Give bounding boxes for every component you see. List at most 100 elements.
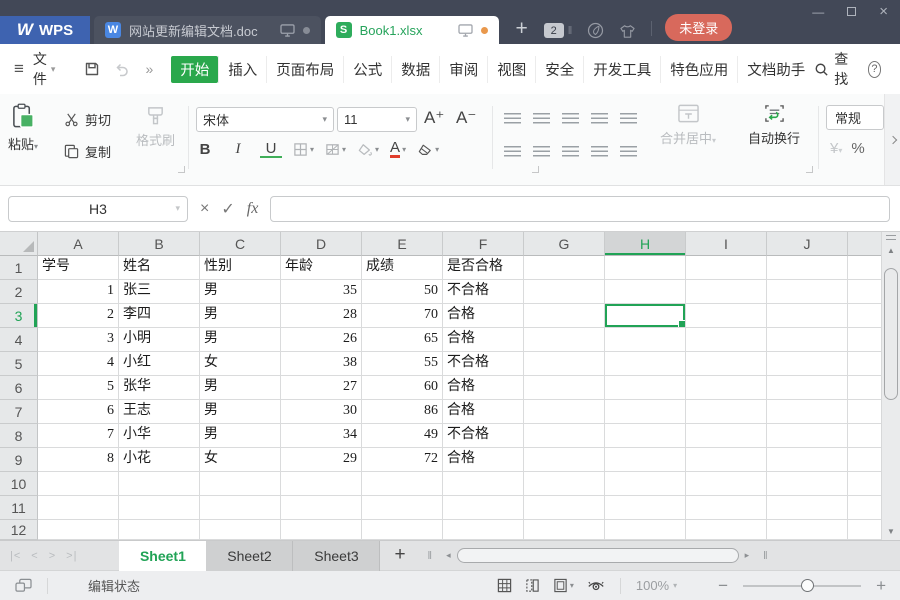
cell-J2[interactable] <box>767 280 848 304</box>
cell-I10[interactable] <box>686 472 767 496</box>
cell-A11[interactable] <box>38 496 119 520</box>
cell-partial[interactable] <box>848 448 881 472</box>
cell-H6[interactable] <box>605 376 686 400</box>
cell-C1[interactable]: 性别 <box>200 256 281 280</box>
cell-A9[interactable]: 8 <box>38 448 119 472</box>
cell-D6[interactable]: 27 <box>281 376 362 400</box>
confirm-entry-icon[interactable]: ✓ <box>221 199 234 219</box>
cell-G8[interactable] <box>524 424 605 448</box>
bold-button[interactable]: B <box>194 141 216 158</box>
cell-A12[interactable] <box>38 520 119 540</box>
menu-tab-数据[interactable]: 数据 <box>391 55 439 83</box>
cell-G9[interactable] <box>524 448 605 472</box>
cell-J11[interactable] <box>767 496 848 520</box>
menu-tab-开发工具[interactable]: 开发工具 <box>583 55 660 83</box>
group-expand-corner[interactable] <box>178 166 185 173</box>
cell-F7[interactable]: 合格 <box>443 400 524 424</box>
sheet-tab-Sheet3[interactable]: Sheet3 <box>293 540 381 571</box>
cell-B11[interactable] <box>119 496 200 520</box>
scroll-right-arrow[interactable]: ▸ <box>745 550 750 561</box>
cell-E9[interactable]: 72 <box>362 448 443 472</box>
zoom-level[interactable]: 100% ▾ <box>636 578 677 593</box>
help-icon[interactable]: ? <box>867 60 882 78</box>
cell-C4[interactable]: 男 <box>200 328 281 352</box>
tab-splitter[interactable]: ‖ <box>428 550 433 562</box>
document-tab-spreadsheet-active[interactable]: S Book1.xlsx <box>324 16 500 44</box>
cell-I3[interactable] <box>686 304 767 328</box>
menu-tab-开始[interactable]: 开始 <box>171 55 219 83</box>
cell-F9[interactable]: 合格 <box>443 448 524 472</box>
cell-E12[interactable] <box>362 520 443 540</box>
group-expand-corner[interactable] <box>806 166 813 173</box>
scroll-up-arrow[interactable]: ▲ <box>882 246 900 255</box>
cell-G3[interactable] <box>524 304 605 328</box>
cell-F6[interactable]: 合格 <box>443 376 524 400</box>
paste-button[interactable]: 粘贴▾ <box>8 103 38 153</box>
cell-F4[interactable]: 合格 <box>443 328 524 352</box>
cell-B7[interactable]: 王志 <box>119 400 200 424</box>
zoom-out-button[interactable]: − <box>718 576 728 596</box>
cell-partial[interactable] <box>848 400 881 424</box>
vertical-scroll-thumb[interactable] <box>884 268 898 400</box>
cell-J8[interactable] <box>767 424 848 448</box>
maximize-button[interactable] <box>847 7 857 16</box>
cell-A7[interactable]: 6 <box>38 400 119 424</box>
cell-A4[interactable]: 3 <box>38 328 119 352</box>
cell-A10[interactable] <box>38 472 119 496</box>
cell-H12[interactable] <box>605 520 686 540</box>
fill-color-button[interactable]: ▾ <box>357 143 379 157</box>
menu-tab-插入[interactable]: 插入 <box>218 55 266 83</box>
formula-input[interactable] <box>270 195 890 222</box>
align-bottom-icon[interactable] <box>562 113 579 124</box>
menu-tab-特色应用[interactable]: 特色应用 <box>660 55 737 83</box>
cancel-entry-icon[interactable]: × <box>200 200 209 218</box>
cell-I4[interactable] <box>686 328 767 352</box>
cell-C3[interactable]: 男 <box>200 304 281 328</box>
cell-H7[interactable] <box>605 400 686 424</box>
row-header-3[interactable]: 3 <box>0 304 38 328</box>
name-box[interactable]: H3 ▾ <box>8 195 188 222</box>
row-header-10[interactable]: 10 <box>0 472 38 496</box>
underline-button[interactable]: U <box>260 141 282 158</box>
skin-tshirt-icon[interactable] <box>619 24 636 39</box>
hamburger-menu-icon[interactable]: ≡ <box>14 59 24 79</box>
cell-I6[interactable] <box>686 376 767 400</box>
row-header-4[interactable]: 4 <box>0 328 38 352</box>
login-button[interactable]: 未登录 <box>665 14 733 41</box>
column-header-G[interactable]: G <box>524 232 605 256</box>
distribute-icon[interactable] <box>620 146 637 157</box>
cell-E3[interactable]: 70 <box>362 304 443 328</box>
new-document-tab-button[interactable]: + <box>515 17 527 41</box>
tab-splitter[interactable]: ‖ <box>763 550 768 562</box>
cell-B12[interactable] <box>119 520 200 540</box>
row-header-7[interactable]: 7 <box>0 400 38 424</box>
cell-D8[interactable]: 34 <box>281 424 362 448</box>
cell-partial[interactable] <box>848 496 881 520</box>
row-header-12[interactable]: 12 <box>0 520 38 540</box>
horizontal-scroll-thumb[interactable] <box>456 548 739 563</box>
cell-I1[interactable] <box>686 256 767 280</box>
align-right-icon[interactable] <box>562 146 579 157</box>
sheet-tab-Sheet2[interactable]: Sheet2 <box>206 540 294 571</box>
column-header-F[interactable]: F <box>443 232 524 256</box>
promotion-leaf-icon[interactable] <box>587 22 604 39</box>
row-header-6[interactable]: 6 <box>0 376 38 400</box>
column-header-partial[interactable] <box>848 232 881 256</box>
zoom-slider-thumb[interactable] <box>801 578 815 592</box>
cell-B1[interactable]: 姓名 <box>119 256 200 280</box>
cell-H4[interactable] <box>605 328 686 352</box>
cell-I2[interactable] <box>686 280 767 304</box>
zoom-in-button[interactable]: + <box>876 576 886 596</box>
cell-G7[interactable] <box>524 400 605 424</box>
cell-E6[interactable]: 60 <box>362 376 443 400</box>
cell-H5[interactable] <box>605 352 686 376</box>
cell-E2[interactable]: 50 <box>362 280 443 304</box>
align-middle-icon[interactable] <box>533 113 550 124</box>
cell-H1[interactable] <box>605 256 686 280</box>
cell-J10[interactable] <box>767 472 848 496</box>
cell-D5[interactable]: 38 <box>281 352 362 376</box>
cell-I5[interactable] <box>686 352 767 376</box>
more-commands-icon[interactable]: » <box>145 61 153 77</box>
cell-C6[interactable]: 男 <box>200 376 281 400</box>
menu-tab-视图[interactable]: 视图 <box>487 55 535 83</box>
